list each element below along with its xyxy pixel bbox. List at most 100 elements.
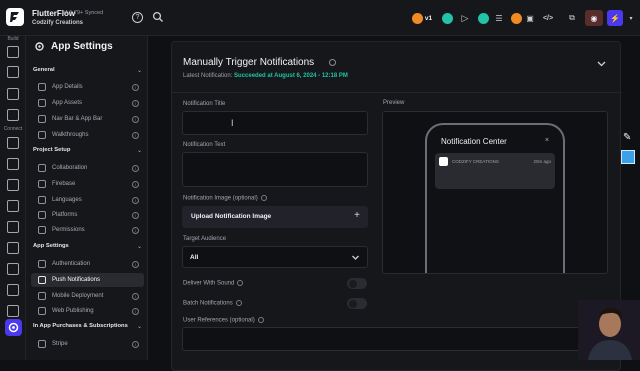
code-icon[interactable]: </>	[540, 10, 556, 26]
nav-item-firebase[interactable]: Firebase i	[31, 177, 144, 191]
settings-icon[interactable]	[5, 319, 22, 336]
section-general[interactable]: General ⌄	[26, 64, 148, 78]
widget-tree-icon[interactable]	[7, 109, 19, 121]
target-audience-select[interactable]: All	[182, 246, 368, 268]
run-lightning-icon[interactable]: ⚡	[607, 10, 623, 26]
nav-item-permissions[interactable]: Permissions i	[31, 223, 144, 237]
tasks-icon[interactable]: ☰	[492, 10, 506, 26]
help-icon[interactable]: i	[132, 180, 139, 188]
preview-eye-icon[interactable]: ◉	[585, 10, 603, 26]
nav-item-walkthroughs[interactable]: Walkthroughs i	[31, 128, 144, 142]
open-external-icon[interactable]: ⧉	[565, 10, 579, 26]
search-icon[interactable]	[152, 11, 164, 23]
project-name[interactable]: Codzify Creations	[32, 20, 83, 26]
integrations-icon[interactable]	[7, 305, 19, 317]
widget-palette-icon[interactable]	[7, 46, 19, 58]
version-badge: v1	[424, 14, 433, 22]
firebase-icon	[38, 180, 46, 188]
check-icon[interactable]	[440, 10, 454, 26]
section-project-setup[interactable]: Project Setup ⌄	[26, 144, 148, 158]
navbar-icon	[38, 115, 46, 123]
coins-icon[interactable]	[509, 10, 523, 26]
main-content: Manually Trigger Notifications Latest No…	[153, 36, 640, 371]
deliver-with-sound-label: Deliver With Sound	[183, 280, 244, 287]
info-icon[interactable]	[237, 280, 244, 286]
image-icon	[38, 99, 46, 107]
nav-item-mobile-deployment[interactable]: Mobile Deployment i	[31, 289, 144, 303]
info-icon[interactable]	[257, 317, 264, 323]
nav-item-push-notifications[interactable]: Push Notifications	[31, 273, 144, 287]
deliver-with-sound-toggle[interactable]	[347, 278, 367, 289]
nav-item-platforms[interactable]: Platforms i	[31, 208, 144, 222]
notification-title-label: Notification Title	[183, 101, 226, 107]
app-icon	[439, 157, 448, 166]
nav-item-collaboration[interactable]: Collaboration i	[31, 161, 144, 175]
nav-item-app-assets[interactable]: App Assets i	[31, 96, 144, 110]
cloud-functions-icon[interactable]	[7, 221, 19, 233]
webcam-overlay	[578, 300, 640, 360]
api-calls-icon[interactable]	[7, 158, 19, 170]
presenter-avatar	[578, 300, 640, 360]
plus-icon: +	[354, 210, 360, 221]
page-selector-icon[interactable]	[7, 66, 19, 78]
media-assets-icon[interactable]	[7, 179, 19, 191]
notification-title-input[interactable]: I	[182, 111, 368, 135]
flutterflow-logo[interactable]	[6, 8, 24, 26]
help-icon[interactable]: i	[132, 340, 139, 348]
phone-mockup: Notification Center × CODZIFY CREATIONS …	[425, 123, 565, 273]
gift-icon[interactable]: ▣	[523, 10, 537, 26]
latest-status: Succeeded at August 6, 2024 - 12:18 PM	[234, 73, 348, 79]
help-icon[interactable]: i	[132, 83, 139, 91]
database-icon[interactable]	[7, 137, 19, 149]
chevron-down-icon[interactable]	[597, 61, 606, 67]
nav-item-stripe[interactable]: Stripe i	[31, 337, 144, 351]
help-icon[interactable]: i	[132, 226, 139, 234]
section-in-app-purchases[interactable]: In App Purchases & Subscriptions ⌄	[26, 320, 148, 334]
lock-icon	[38, 260, 46, 268]
help-icon[interactable]: i	[132, 115, 139, 123]
storyboard-icon[interactable]	[7, 88, 19, 100]
notification-app-name: CODZIFY CREATIONS	[452, 158, 499, 164]
upload-image-button[interactable]: Upload Notification Image +	[182, 206, 368, 228]
help-icon[interactable]: ?	[132, 12, 143, 23]
notification-text-input[interactable]	[182, 152, 368, 187]
help-icon[interactable]: i	[132, 196, 139, 204]
nav-item-app-details[interactable]: App Details i	[31, 80, 144, 94]
custom-code-icon[interactable]	[7, 200, 19, 212]
nav-item-nav-bar[interactable]: Nav Bar & App Bar i	[31, 112, 144, 126]
agents-icon[interactable]	[7, 263, 19, 275]
nav-title: App Settings	[51, 41, 113, 52]
info-icon[interactable]	[260, 195, 267, 201]
nav-item-languages[interactable]: Languages i	[31, 193, 144, 207]
help-icon[interactable]: i	[132, 211, 139, 219]
test-mode-icon[interactable]: ▷	[458, 10, 472, 26]
nav-item-authentication[interactable]: Authentication i	[31, 257, 144, 271]
help-icon[interactable]: i	[132, 292, 139, 300]
gear-icon	[35, 42, 44, 51]
notification-text-label: Notification Text	[183, 142, 226, 148]
nav-item-web-publishing[interactable]: Web Publishing i	[31, 304, 144, 318]
color-swatch[interactable]	[621, 150, 635, 164]
help-icon[interactable]: i	[132, 99, 139, 107]
text-cursor-icon: I	[231, 118, 234, 128]
version-icon	[411, 12, 423, 24]
notification-image-label: Notification Image (optional)	[183, 195, 267, 202]
info-icon[interactable]	[329, 59, 336, 66]
version-button[interactable]: v1	[410, 10, 434, 26]
bell-icon	[38, 276, 46, 284]
help-icon[interactable]: i	[132, 131, 139, 139]
help-icon[interactable]: i	[132, 164, 139, 172]
section-app-settings[interactable]: App Settings ⌄	[26, 240, 148, 254]
info-icon	[38, 83, 46, 91]
pen-icon[interactable]: ✎	[623, 132, 631, 143]
checklist-icon[interactable]	[476, 10, 490, 26]
chevron-down-icon: ⌄	[136, 324, 142, 330]
info-icon[interactable]	[235, 300, 242, 306]
batch-notifications-toggle[interactable]	[347, 298, 367, 309]
user-references-input[interactable]	[182, 327, 612, 351]
checklist-rail-icon[interactable]	[7, 284, 19, 296]
help-icon[interactable]: i	[132, 307, 139, 315]
tests-icon[interactable]	[7, 242, 19, 254]
chevron-down-icon[interactable]: ▾	[626, 10, 636, 26]
help-icon[interactable]: i	[132, 260, 139, 268]
